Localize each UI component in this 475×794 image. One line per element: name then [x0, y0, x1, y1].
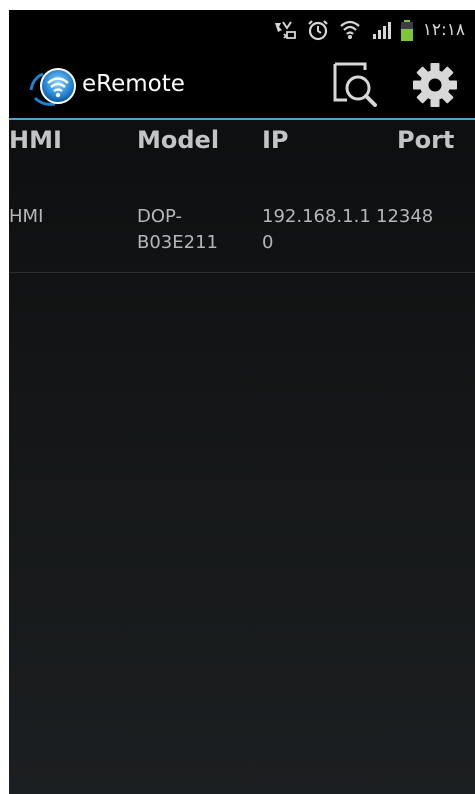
signal-icon	[371, 20, 391, 40]
search-icon	[333, 62, 377, 107]
cell-ip: 192.168.1.1 0	[262, 204, 371, 256]
cell-model-line2: B03E211	[137, 232, 218, 253]
status-icons: ١٢:١٨	[273, 18, 465, 42]
cell-ip-line2: 0	[262, 232, 274, 253]
column-header-port: Port	[397, 126, 455, 154]
column-header-model: Model	[137, 126, 220, 154]
battery-icon	[400, 19, 413, 41]
gear-icon	[413, 63, 457, 107]
cell-model-line1: DOP-	[137, 206, 182, 227]
search-button[interactable]	[329, 60, 381, 110]
table-row[interactable]: HMI DOP- B03E211 192.168.1.1 0 12348	[9, 190, 475, 273]
column-header-hmi: HMI	[9, 126, 62, 154]
cell-model: DOP- B03E211	[137, 204, 218, 256]
table-header: HMI Model IP Port	[9, 120, 475, 166]
status-time: ١٢:١٨	[422, 20, 465, 40]
missed-call-icon	[273, 20, 297, 40]
alarm-icon	[307, 19, 329, 41]
app-screen: ١٢:١٨ eRemote HMI Model IP Port HMI DOP-…	[9, 10, 475, 794]
settings-button[interactable]	[411, 62, 459, 108]
status-bar: ١٢:١٨	[9, 10, 475, 50]
cell-port: 12348	[376, 206, 434, 227]
action-bar: eRemote	[9, 50, 475, 120]
app-title: eRemote	[82, 71, 185, 97]
column-header-ip: IP	[262, 126, 289, 154]
cell-ip-line1: 192.168.1.1	[262, 206, 371, 227]
cell-hmi: HMI	[9, 206, 44, 227]
wifi-icon	[339, 19, 361, 41]
eremote-logo-icon[interactable]	[29, 66, 81, 106]
